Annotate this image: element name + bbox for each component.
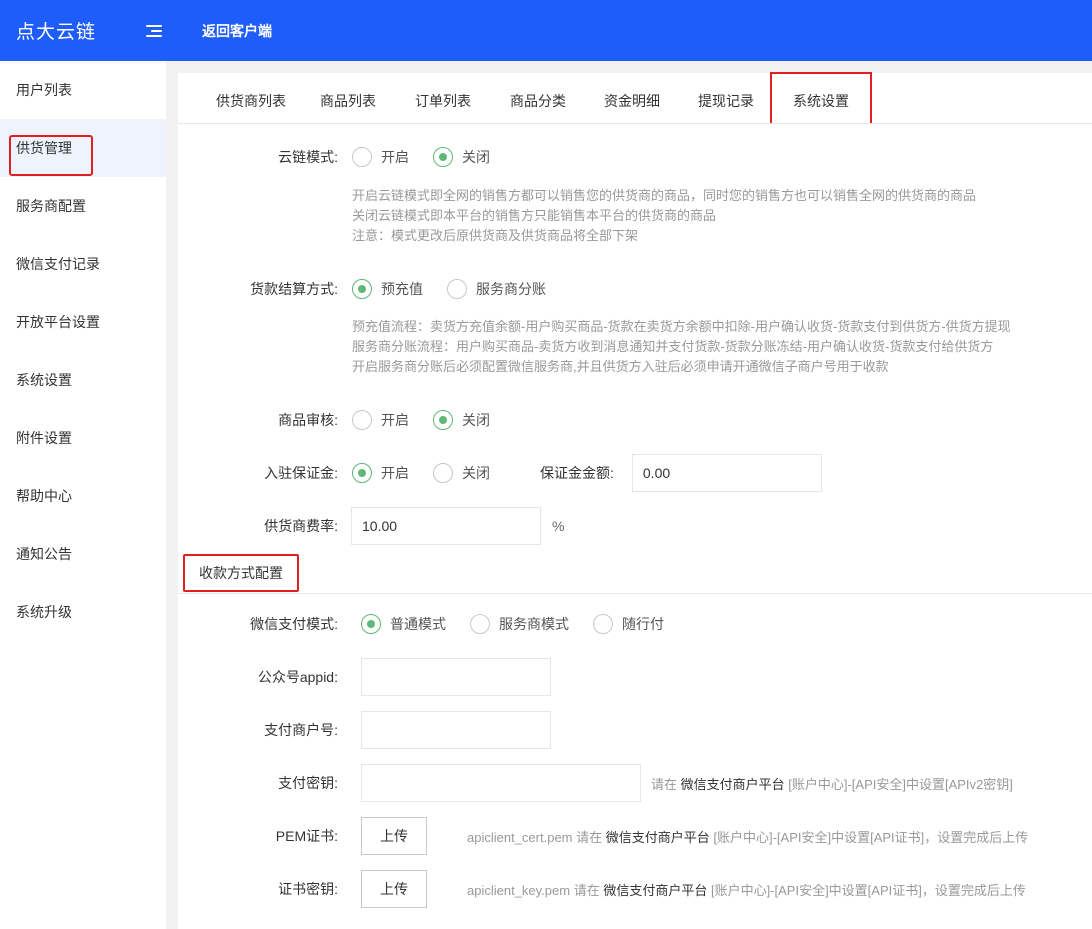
cloud-mode-radios: 开启 关闭 <box>352 147 514 167</box>
fee-rate-label: 供货商费率: <box>264 518 338 534</box>
pem-cert-row: PEM证书: 上传 apiclient_cert.pem 请在 微信支付商户平台… <box>178 817 1028 855</box>
cert-key-upload-button[interactable]: 上传 <box>361 870 427 908</box>
goods-review-row: 商品审核: 开启 关闭 <box>178 410 514 430</box>
deposit-off-radio[interactable]: 关闭 <box>433 463 490 483</box>
appid-label: 公众号appid: <box>257 669 338 685</box>
wechat-mode-normal-radio[interactable]: 普通模式 <box>361 614 446 634</box>
radio-checked-icon <box>361 614 381 634</box>
sidebar-item-system-settings[interactable]: 系统设置 <box>0 351 166 409</box>
menu-fold-icon[interactable] <box>146 23 164 39</box>
sidebar-item-notices[interactable]: 通知公告 <box>0 525 166 583</box>
sidebar-item-help-center[interactable]: 帮助中心 <box>0 467 166 525</box>
sidebar-item-open-platform[interactable]: 开放平台设置 <box>0 293 166 351</box>
help-line: 注意：模式更改后原供货商及供货商品将全部下架 <box>352 228 639 243</box>
pem-cert-label: PEM证书: <box>275 828 338 844</box>
deposit-label: 入驻保证金: <box>264 465 338 481</box>
wechat-mode-provider-radio[interactable]: 服务商模式 <box>470 614 569 634</box>
merchant-id-row: 支付商户号: <box>178 711 551 749</box>
sidebar-item-wechat-pay-records[interactable]: 微信支付记录 <box>0 235 166 293</box>
goods-review-radios: 开启 关闭 <box>352 410 514 430</box>
app-logo: 点大云链 <box>16 22 97 43</box>
wechat-mode-radios: 普通模式 服务商模式 随行付 <box>361 614 688 634</box>
main-panel: 供货商列表 商品列表 订单列表 商品分类 资金明细 提现记录 系统设置 云链模式… <box>178 72 1092 929</box>
cert-key-tip: apiclient_key.pem 请在 微信支付商户平台 [账户中心]-[AP… <box>467 882 1026 898</box>
sidebar-item-attachment-settings[interactable]: 附件设置 <box>0 409 166 467</box>
settlement-row: 货款结算方式: 预充值 服务商分账 <box>178 279 570 299</box>
deposit-amount-input[interactable]: 0.00 <box>631 454 822 492</box>
settlement-help: 预充值流程：卖货方充值余额-用户购买商品-货款在卖货方余额中扣除-用户确认收货-… <box>352 317 1011 377</box>
section-divider <box>178 593 1092 594</box>
radio-checked-icon <box>433 410 453 430</box>
help-line: 预充值流程：卖货方充值余额-用户购买商品-货款在卖货方余额中扣除-用户确认收货-… <box>352 319 1011 334</box>
radio-circle-icon <box>352 147 372 167</box>
tab-supplier-list[interactable]: 供货商列表 <box>186 73 303 123</box>
pem-cert-tip: apiclient_cert.pem 请在 微信支付商户平台 [账户中心]-[A… <box>467 829 1029 845</box>
sidebar-item-user-list[interactable]: 用户列表 <box>0 61 166 119</box>
fee-rate-input[interactable]: 10.00 <box>351 507 541 545</box>
merchant-id-input[interactable] <box>361 711 551 749</box>
cloud-mode-off-radio[interactable]: 关闭 <box>433 147 490 167</box>
wechat-mode-label: 微信支付模式: <box>250 616 338 632</box>
tab-goods-category[interactable]: 商品分类 <box>488 73 583 123</box>
radio-circle-icon <box>470 614 490 634</box>
radio-circle-icon <box>593 614 613 634</box>
goods-review-label: 商品审核: <box>278 412 338 428</box>
wechat-mode-suixingfu-radio[interactable]: 随行付 <box>593 614 664 634</box>
deposit-on-radio[interactable]: 开启 <box>352 463 409 483</box>
fee-rate-unit: % <box>552 518 565 534</box>
cloud-mode-label: 云链模式: <box>278 149 338 165</box>
radio-circle-icon <box>447 279 467 299</box>
tab-fund-details[interactable]: 资金明细 <box>583 73 677 123</box>
merchant-id-label: 支付商户号: <box>264 722 338 738</box>
radio-checked-icon <box>352 463 372 483</box>
sidebar-item-supply-management[interactable]: 供货管理 <box>0 119 166 177</box>
appid-row: 公众号appid: <box>178 658 551 696</box>
back-to-client-link[interactable]: 返回客户端 <box>202 21 272 41</box>
sidebar: 用户列表 供货管理 服务商配置 微信支付记录 开放平台设置 系统设置 附件设置 … <box>0 61 166 929</box>
pay-key-input[interactable] <box>361 764 641 802</box>
deposit-row: 入驻保证金: 开启 关闭 保证金金额: 0.00 <box>178 454 822 492</box>
payment-section-title: 收款方式配置 <box>183 554 299 592</box>
wechat-mode-row: 微信支付模式: 普通模式 服务商模式 随行付 <box>178 614 688 634</box>
appid-input[interactable] <box>361 658 551 696</box>
tab-withdraw-records[interactable]: 提现记录 <box>677 73 770 123</box>
sidebar-item-provider-config[interactable]: 服务商配置 <box>0 177 166 235</box>
settlement-prepaid-radio[interactable]: 预充值 <box>352 279 423 299</box>
goods-review-off-radio[interactable]: 关闭 <box>433 410 490 430</box>
help-line: 开启云链模式即全网的销售方都可以销售您的供货商的商品，同时您的销售方也可以销售全… <box>352 188 977 203</box>
goods-review-on-radio[interactable]: 开启 <box>352 410 409 430</box>
settlement-split-radio[interactable]: 服务商分账 <box>447 279 546 299</box>
pay-key-label: 支付密钥: <box>278 775 338 791</box>
settlement-radios: 预充值 服务商分账 <box>352 279 570 299</box>
help-line: 服务商分账流程：用户购买商品-卖货方收到消息通知并支付货款-货款分账冻结-用户确… <box>352 339 994 354</box>
pay-key-tip: 请在 微信支付商户平台 [账户中心]-[API安全]中设置[APIv2密钥] <box>651 776 1013 792</box>
deposit-amount-label: 保证金金额: <box>540 465 614 481</box>
cert-key-label: 证书密钥: <box>278 881 338 897</box>
tab-goods-list[interactable]: 商品列表 <box>303 73 393 123</box>
help-line: 关闭云链模式即本平台的销售方只能销售本平台的供货商的商品 <box>352 208 717 223</box>
deposit-radios: 开启 关闭 <box>352 463 514 483</box>
radio-circle-icon <box>433 463 453 483</box>
cert-key-row: 证书密钥: 上传 apiclient_key.pem 请在 微信支付商户平台 [… <box>178 870 1026 908</box>
tab-system-settings[interactable]: 系统设置 <box>770 72 872 123</box>
fee-rate-row: 供货商费率: 10.00 % <box>178 507 564 545</box>
pem-cert-upload-button[interactable]: 上传 <box>361 817 427 855</box>
settlement-label: 货款结算方式: <box>250 281 338 297</box>
cloud-mode-help: 开启云链模式即全网的销售方都可以销售您的供货商的商品，同时您的销售方也可以销售全… <box>352 186 976 246</box>
tab-order-list[interactable]: 订单列表 <box>393 73 488 123</box>
sidebar-item-system-upgrade[interactable]: 系统升级 <box>0 583 166 641</box>
pay-key-row: 支付密钥: 请在 微信支付商户平台 [账户中心]-[API安全]中设置[APIv… <box>178 764 1013 802</box>
top-bar: 点大云链 返回客户端 <box>0 0 1092 61</box>
tab-bar: 供货商列表 商品列表 订单列表 商品分类 资金明细 提现记录 系统设置 <box>178 72 1092 124</box>
cloud-mode-row: 云链模式: 开启 关闭 <box>178 147 514 167</box>
radio-checked-icon <box>352 279 372 299</box>
help-line: 开启服务商分账后必须配置微信服务商,并且供货方入驻后必须申请开通微信子商户号用于… <box>352 359 889 374</box>
cloud-mode-on-radio[interactable]: 开启 <box>352 147 409 167</box>
radio-checked-icon <box>433 147 453 167</box>
radio-circle-icon <box>352 410 372 430</box>
